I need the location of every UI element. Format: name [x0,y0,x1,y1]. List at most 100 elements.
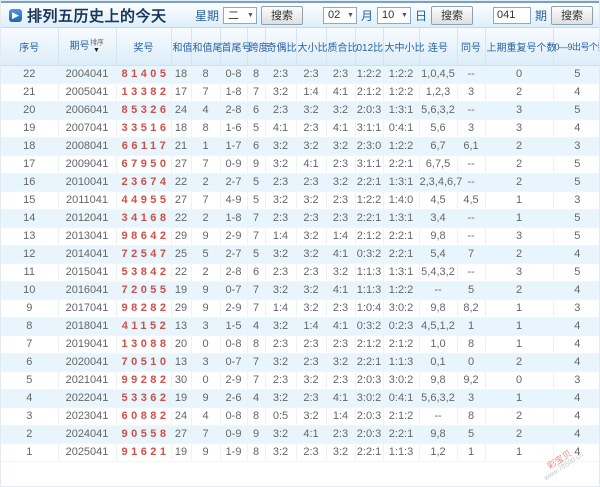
cell: 2:2:1 [355,209,384,228]
cell: 15 [1,191,59,210]
cell: 7 [247,371,266,390]
cell: 98282 [116,299,172,318]
cell: 24 [171,101,192,120]
cell: 3:0:2 [383,371,420,390]
cell: 19 [1,119,59,138]
cell: 9,8 [419,299,458,318]
cell: 1 [485,335,554,354]
cell: 2:3 [326,335,356,354]
cell: 3:2 [296,407,327,426]
cell: 5 [247,173,266,192]
cell: 7 [247,83,266,102]
cell: 4:1 [296,425,327,444]
month-select[interactable]: 02 ▼ [322,6,357,24]
cell: 3 [191,317,221,336]
table-row: 7 2019041 13088 20 0 0-8 8 2:3 2:3 2:3 2:1:2 2:1:2 1… [1,335,599,354]
cell: 3 [553,299,599,318]
cell: 18 [171,119,192,138]
cell: 1 [485,299,554,318]
cell: 7 [247,227,266,246]
cell: 2019041 [58,335,117,354]
cell: 2 [485,137,554,156]
cell: 4 [553,281,599,300]
cell: 3:2 [265,83,297,102]
cell: 4-9 [220,191,248,210]
cell: 11 [1,263,59,282]
cell: 4 [553,335,599,354]
cell: 2:1:2 [355,83,384,102]
cell: 13 [171,353,192,372]
table-row: 16 2010041 23674 22 2 2-7 5 2:3 2:3 3:2 2:2:1 1:3:1… [1,173,599,192]
cell: 44955 [116,191,172,210]
period-search-button[interactable]: 搜索 [551,5,593,25]
cell: 2:3 [326,371,356,390]
cell: 1:2:2 [355,191,384,210]
cell: 4 [553,317,599,336]
month-label: 月 [360,8,373,23]
cell: 3:0:2 [355,389,384,408]
cell: 8 [247,65,266,84]
cell: 4 [553,83,599,102]
cell: 3:2 [265,137,297,156]
cell: 4:1 [326,245,356,264]
cell: 0:2:3 [383,317,420,336]
cell: 9 [191,299,221,318]
cell: 1,2,3 [419,83,458,102]
day-label: 日 [414,8,427,23]
cell: 7 [191,425,221,444]
cell: 4,5 [419,191,458,210]
cell: 2015041 [58,263,117,282]
cell: 5 [247,245,266,264]
cell: 8 [247,443,266,462]
cell: 2:1:2 [355,335,384,354]
cell: 3:2 [265,389,297,408]
cell: 9,8 [419,371,458,390]
cell: 8 [191,119,221,138]
cell: 9 [191,443,221,462]
cell: 4 [1,389,59,408]
cell: 27 [171,155,192,174]
cell: 1:1:3 [355,263,384,282]
cell: 29 [171,299,192,318]
date-search-button[interactable]: 搜索 [430,5,473,25]
page-title: 排列五历史上的今天 [27,7,167,25]
cell: 19 [171,443,192,462]
cell: 1:4 [296,317,327,336]
period-input[interactable] [492,6,531,24]
cell: 2-9 [220,299,248,318]
cell: 21 [1,83,59,102]
col-header-9: 质合比 [326,28,358,66]
header-row: 序号 期号 排序 ▼ 奖号 和值 和值尾 首尾号 跨度 奇偶比 大小比 质合比 012比 大中小比 连号 同号… [1,28,599,66]
cell: 22 [1,65,59,84]
cell: 3 [485,119,554,138]
table-row: 12 2014041 72547 25 5 2-7 5 3:2 3:2 4:1 0:3:2 2:2:1… [1,245,599,264]
cell: 2009041 [58,155,117,174]
table-row: 1 2025041 91621 19 9 1-9 8 3:2 2:3 3:2 2:2:1 1:1:3 1… [1,443,599,462]
cell: 2-8 [220,263,248,282]
cell: 90558 [116,425,172,444]
cell: 2 [1,425,59,444]
week-search-button[interactable]: 搜索 [260,5,303,25]
cell: 5 [553,263,599,282]
sort-control[interactable]: 排序 ▼ [89,39,105,54]
table-row: 8 2018041 41152 13 3 1-5 4 3:2 1:4 4:1 0:3:2 0:2:3 4… [1,317,599,336]
cell: 2017041 [58,299,117,318]
cell: 2:3 [326,425,356,444]
cell: 4 [553,245,599,264]
cell: 85326 [116,101,172,120]
cell: 21 [171,137,192,156]
col-header-0: 序号 [1,28,59,66]
cell: 4,5,1,2 [419,317,458,336]
week-select[interactable]: 二 ▼ [222,6,257,24]
cell: 22 [171,209,192,228]
cell: 2:3 [296,443,327,462]
cell: 2 [485,407,554,426]
cell: 2:2:1 [383,155,420,174]
cell: 4 [553,407,599,426]
cell: 8 [457,407,486,426]
cell: 70510 [116,353,172,372]
day-select[interactable]: 10 ▼ [376,6,411,24]
table-row: 15 2011041 44955 27 7 4-9 5 3:2 3:2 2:3 1:2:2 1:4:0… [1,191,599,210]
cell: 3:2 [326,353,356,372]
cell: 3:2 [296,299,327,318]
